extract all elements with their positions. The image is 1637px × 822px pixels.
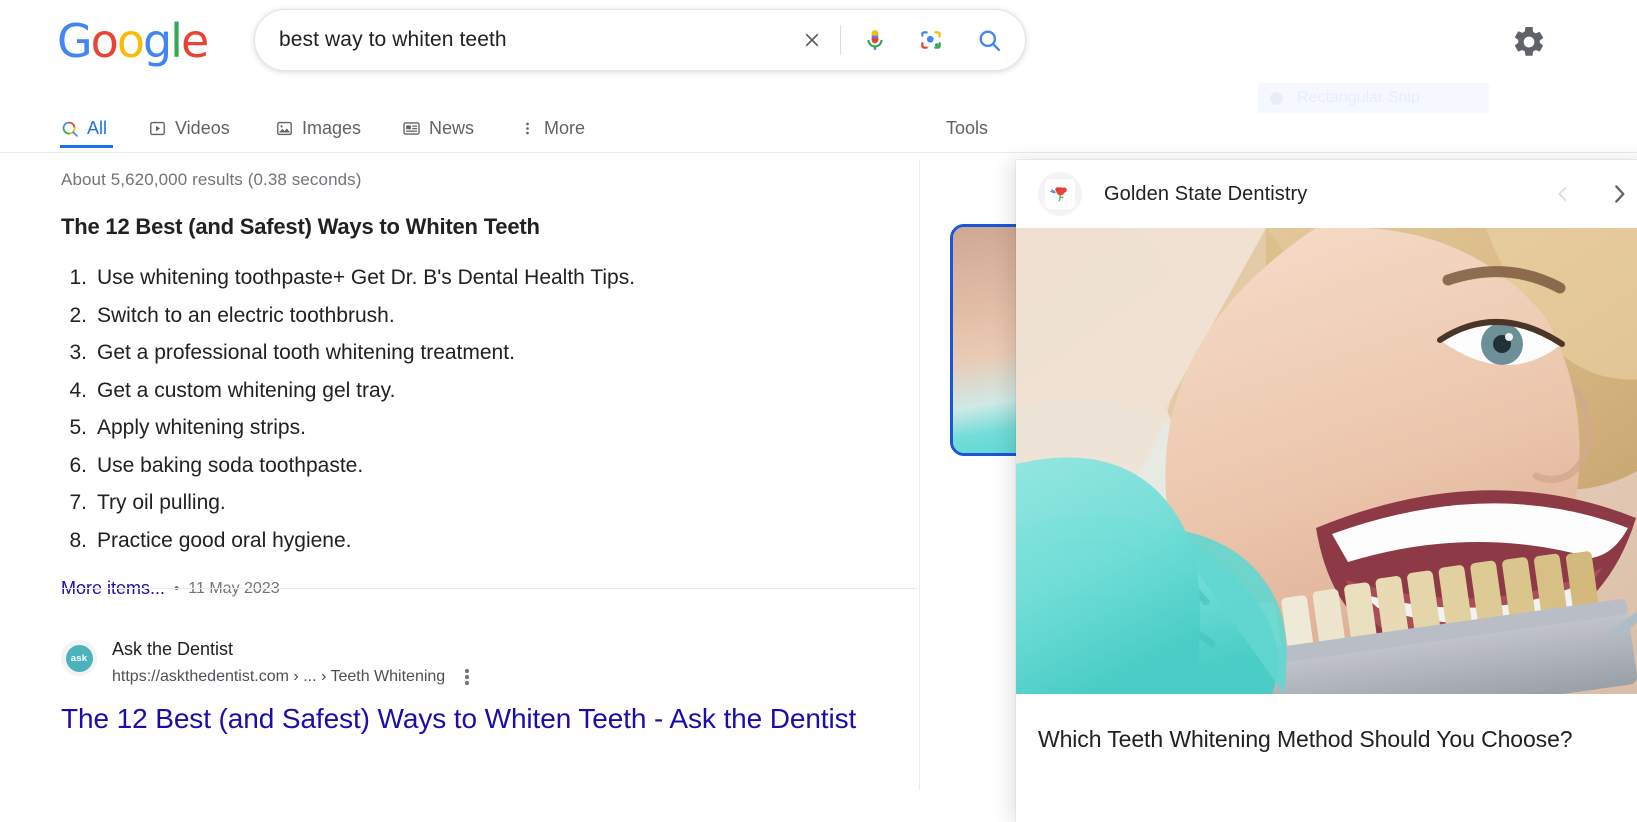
list-item: 2. Switch to an electric toothbrush. (61, 297, 1020, 335)
list-item: 1. Use whitening toothpaste+ Get Dr. B's … (61, 259, 1020, 297)
logo-letter-l: l (170, 14, 183, 68)
favicon-label: ask (65, 644, 93, 672)
featured-snippet-list: 1. Use whitening toothpaste+ Get Dr. B's … (61, 259, 1020, 559)
panel-caption: Which Teeth Whitening Method Should You … (1038, 726, 1573, 752)
search-submit-icon[interactable] (965, 18, 1013, 62)
tab-news[interactable]: News (402, 105, 474, 152)
logo-letter-g1: G (57, 14, 93, 68)
tab-more[interactable]: More (519, 105, 585, 152)
list-item-text: Try oil pulling. (97, 491, 226, 514)
list-item: 3. Get a professional tooth whitening tre… (61, 334, 1020, 372)
chevron-left-icon[interactable] (1546, 177, 1580, 211)
list-item-text: Switch to an electric toothbrush. (97, 303, 395, 327)
list-item: 4. Get a custom whitening gel tray. (61, 372, 1020, 410)
column-divider (919, 160, 920, 790)
google-lens-icon[interactable] (909, 18, 953, 62)
result-url-row: https://askthedentist.com › ... › Teeth … (112, 665, 475, 689)
tab-news-label: News (429, 118, 475, 138)
tools-label: Tools (946, 118, 989, 138)
active-tab-underline (60, 145, 113, 148)
list-item-text: Practice good oral hygiene. (97, 528, 352, 552)
video-icon (148, 119, 167, 138)
logo-letter-o2: o (116, 14, 145, 68)
search-divider (840, 25, 841, 55)
list-item-text: Use baking soda toothpaste. (97, 453, 364, 477)
tab-more-label: More (544, 118, 586, 138)
panel-image[interactable] (1016, 228, 1637, 694)
rectangular-snip-tooltip[interactable]: Rectangular Snip (1258, 83, 1489, 113)
list-item-number: 6. (69, 453, 87, 477)
rectangular-snip-label: Rectangular Snip (1297, 89, 1420, 106)
logo-letter-o1: o (90, 14, 119, 68)
logo-letter-g2: g (142, 14, 172, 68)
list-item-text: Get a professional tooth whitening treat… (97, 341, 515, 364)
search-icon (60, 119, 79, 138)
list-item: 8. Practice good oral hygiene. (61, 522, 1020, 560)
more-vertical-icon (519, 119, 536, 138)
search-bar[interactable] (254, 9, 1026, 71)
news-icon (402, 119, 421, 138)
panel-header: Golden State Dentistry (1016, 160, 1637, 228)
list-item-text: Apply whitening strips. (97, 416, 306, 439)
list-item-number: 1. (69, 266, 87, 289)
tab-images-label: Images (302, 118, 362, 138)
chevron-right-icon[interactable] (1602, 177, 1636, 211)
list-item-number: 3. (69, 341, 87, 364)
golden-state-dentistry-logo (1045, 179, 1075, 209)
google-logo[interactable]: Google (57, 14, 209, 68)
list-item-text: Use whitening toothpaste+ Get Dr. B's De… (97, 266, 636, 289)
header-divider (0, 152, 1637, 153)
search-results-column: About 5,620,000 results (0.38 seconds) T… (0, 170, 1020, 737)
favicon: ask (61, 640, 97, 676)
featured-snippet-title: The 12 Best (and Safest) Ways to Whiten … (61, 214, 540, 239)
tab-images[interactable]: Images (275, 105, 361, 152)
list-item-number: 7. (69, 491, 87, 514)
search-input[interactable] (279, 20, 790, 60)
list-item: 7. Try oil pulling. (61, 484, 1020, 522)
result-site-name: Ask the Dentist (112, 639, 234, 659)
list-item-number: 4. (69, 378, 87, 402)
image-icon (275, 119, 294, 138)
image-preview-panel: Golden State Dentistry Which Teeth White… (1016, 160, 1637, 822)
snip-circle-icon (1270, 91, 1283, 105)
list-item-number: 8. (69, 528, 87, 552)
tab-all-label: All (87, 118, 108, 138)
tab-videos-label: Videos (175, 118, 230, 138)
organic-result-source[interactable]: ask Ask the Dentist https://askthedentis… (61, 637, 1020, 689)
list-item: 6. Use baking soda toothpaste. (61, 447, 1020, 485)
list-item: 5. Apply whitening strips. (61, 409, 1020, 447)
close-icon[interactable] (790, 18, 834, 62)
result-url: https://askthedentist.com › ... › Teeth … (112, 668, 446, 685)
logo-letter-e: e (180, 14, 209, 68)
list-item-text: Get a custom whitening gel tray. (97, 378, 396, 402)
gear-icon[interactable] (1511, 24, 1547, 60)
microphone-icon[interactable] (853, 18, 897, 62)
tools-button[interactable]: Tools (946, 105, 988, 152)
tab-videos[interactable]: Videos (148, 105, 230, 152)
list-item-number: 2. (69, 303, 87, 327)
results-divider (61, 588, 917, 589)
result-stats: About 5,620,000 results (0.38 seconds) (61, 170, 362, 189)
list-item-number: 5. (69, 416, 87, 439)
kebab-menu-icon[interactable] (459, 665, 475, 689)
panel-source-avatar (1038, 172, 1082, 216)
google-search-results-page: Google best way to whiten teeth All Vide… (0, 0, 1637, 822)
organic-result-title[interactable]: The 12 Best (and Safest) Ways to Whiten … (61, 701, 1020, 737)
panel-title: Golden State Dentistry (1104, 182, 1308, 205)
